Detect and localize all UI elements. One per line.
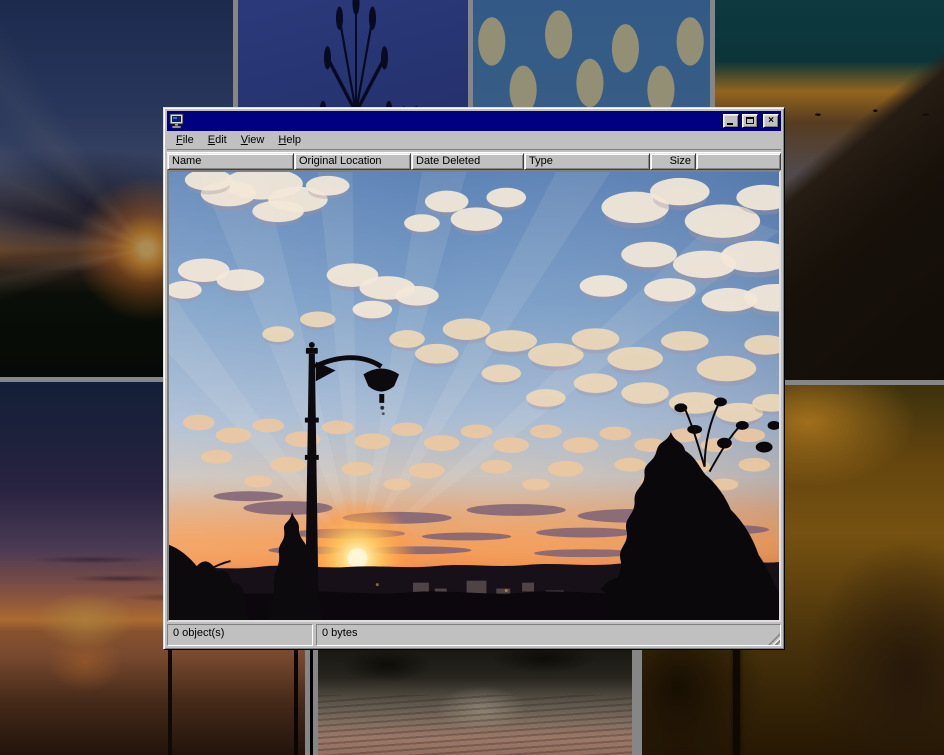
column-header-blank[interactable] — [696, 153, 781, 170]
status-bar: 0 object(s) 0 bytes — [167, 622, 781, 646]
recycle-bin-window: × FileEditViewHelp NameOriginal Location… — [163, 107, 785, 650]
column-header-date-deleted[interactable]: Date Deleted — [411, 153, 524, 170]
minimize-icon — [727, 123, 733, 125]
column-header-original-location[interactable]: Original Location — [294, 153, 411, 170]
maximize-icon — [746, 117, 754, 124]
column-header-size[interactable]: Size — [650, 153, 696, 170]
file-list-area[interactable] — [167, 170, 781, 622]
desktop: × FileEditViewHelp NameOriginal Location… — [0, 0, 944, 755]
title-bar[interactable]: × — [167, 111, 781, 131]
status-objects: 0 object(s) — [167, 624, 313, 646]
close-button[interactable]: × — [763, 114, 779, 128]
column-headers: NameOriginal LocationDate DeletedTypeSiz… — [167, 153, 781, 170]
status-size: 0 bytes — [316, 624, 781, 646]
menu-view[interactable]: View — [234, 133, 272, 147]
close-icon: × — [768, 116, 774, 126]
maximize-button[interactable] — [742, 114, 758, 128]
menu-edit[interactable]: Edit — [201, 133, 234, 147]
menu-help[interactable]: Help — [271, 133, 308, 147]
computer-icon[interactable] — [169, 113, 185, 129]
sunset-streetlamp-photo — [169, 172, 779, 620]
menu-file[interactable]: File — [169, 133, 201, 147]
menu-bar: FileEditViewHelp — [167, 131, 781, 149]
column-header-name[interactable]: Name — [167, 153, 294, 170]
minimize-button[interactable] — [723, 114, 739, 128]
column-header-type[interactable]: Type — [524, 153, 650, 170]
